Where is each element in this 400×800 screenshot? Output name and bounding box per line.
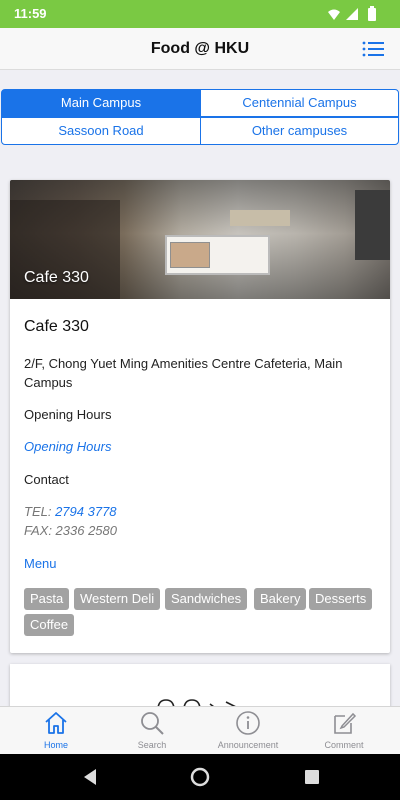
tab-main-campus[interactable]: Main Campus <box>1 89 201 117</box>
contact-label: Contact <box>24 472 69 487</box>
status-icons <box>328 6 376 21</box>
tab-search[interactable]: Search <box>104 707 200 755</box>
tab-announcement-label: Announcement <box>217 740 279 750</box>
home-circle-icon[interactable] <box>190 767 210 787</box>
compose-icon <box>334 712 357 734</box>
photo-shelf <box>230 210 290 226</box>
app-header: Food @ HKU <box>0 28 400 70</box>
tab-comment[interactable]: Comment <box>296 707 392 755</box>
tab-home-label: Home <box>43 740 68 750</box>
info-icon <box>236 711 260 735</box>
telephone-prefix: TEL: <box>24 504 56 519</box>
tag-desserts[interactable]: Desserts <box>309 588 373 610</box>
telephone-line: TEL: 2794 3778 <box>24 504 117 519</box>
fax-number: FAX: 2336 2580 <box>24 523 117 538</box>
battery-icon <box>368 6 376 21</box>
photo-chalkboard <box>355 190 390 260</box>
tag-pasta[interactable]: Pasta <box>24 588 70 610</box>
restaurant-card-next[interactable] <box>10 664 390 709</box>
recents-icon[interactable] <box>302 767 322 787</box>
page-title: Food @ HKU <box>150 40 250 57</box>
tag-sandwiches[interactable]: Sandwiches <box>165 588 248 610</box>
restaurant-name: Cafe 330 <box>24 318 89 335</box>
tab-comment-label: Comment <box>324 740 364 750</box>
signal-icon <box>346 8 358 20</box>
tab-other-campuses[interactable]: Other campuses <box>200 117 399 145</box>
tag-bakery[interactable]: Bakery <box>254 588 307 610</box>
photo-caption: Cafe 330 <box>24 269 89 286</box>
tab-sassoon-road[interactable]: Sassoon Road <box>1 117 201 145</box>
photo-display-case <box>170 242 210 268</box>
tab-announcement[interactable]: Announcement <box>200 707 296 755</box>
opening-hours-label: Opening Hours <box>24 407 112 422</box>
bottom-tab-bar: Home Search Announcement Comment <box>0 706 400 754</box>
telephone-link[interactable]: 2794 3778 <box>55 504 116 519</box>
tag-western-deli[interactable]: Western Deli <box>74 588 161 610</box>
campus-segmented-control: Main Campus Centennial Campus Sassoon Ro… <box>1 89 399 145</box>
restaurant-address: 2/F, Chong Yuet Ming Amenities Centre Ca… <box>24 356 343 390</box>
list-icon[interactable] <box>362 40 384 58</box>
menu-link[interactable]: Menu <box>24 556 57 571</box>
tab-home[interactable]: Home <box>8 707 104 755</box>
wifi-icon <box>328 9 340 20</box>
opening-hours-link[interactable]: Opening Hours <box>24 439 111 454</box>
status-bar: 11:59 <box>0 0 400 28</box>
system-navigation-bar <box>0 754 400 800</box>
restaurant-card[interactable]: Cafe 330 Cafe 330 2/F, Chong Yuet Ming A… <box>10 180 390 653</box>
restaurant-photo[interactable]: Cafe 330 <box>10 180 390 299</box>
home-icon <box>45 712 67 734</box>
tag-coffee[interactable]: Coffee <box>24 614 75 636</box>
tab-centennial-campus[interactable]: Centennial Campus <box>200 89 399 117</box>
tab-search-label: Search <box>137 740 167 750</box>
status-time: 11:59 <box>14 6 47 21</box>
search-icon <box>141 712 164 735</box>
back-icon[interactable] <box>80 767 100 787</box>
